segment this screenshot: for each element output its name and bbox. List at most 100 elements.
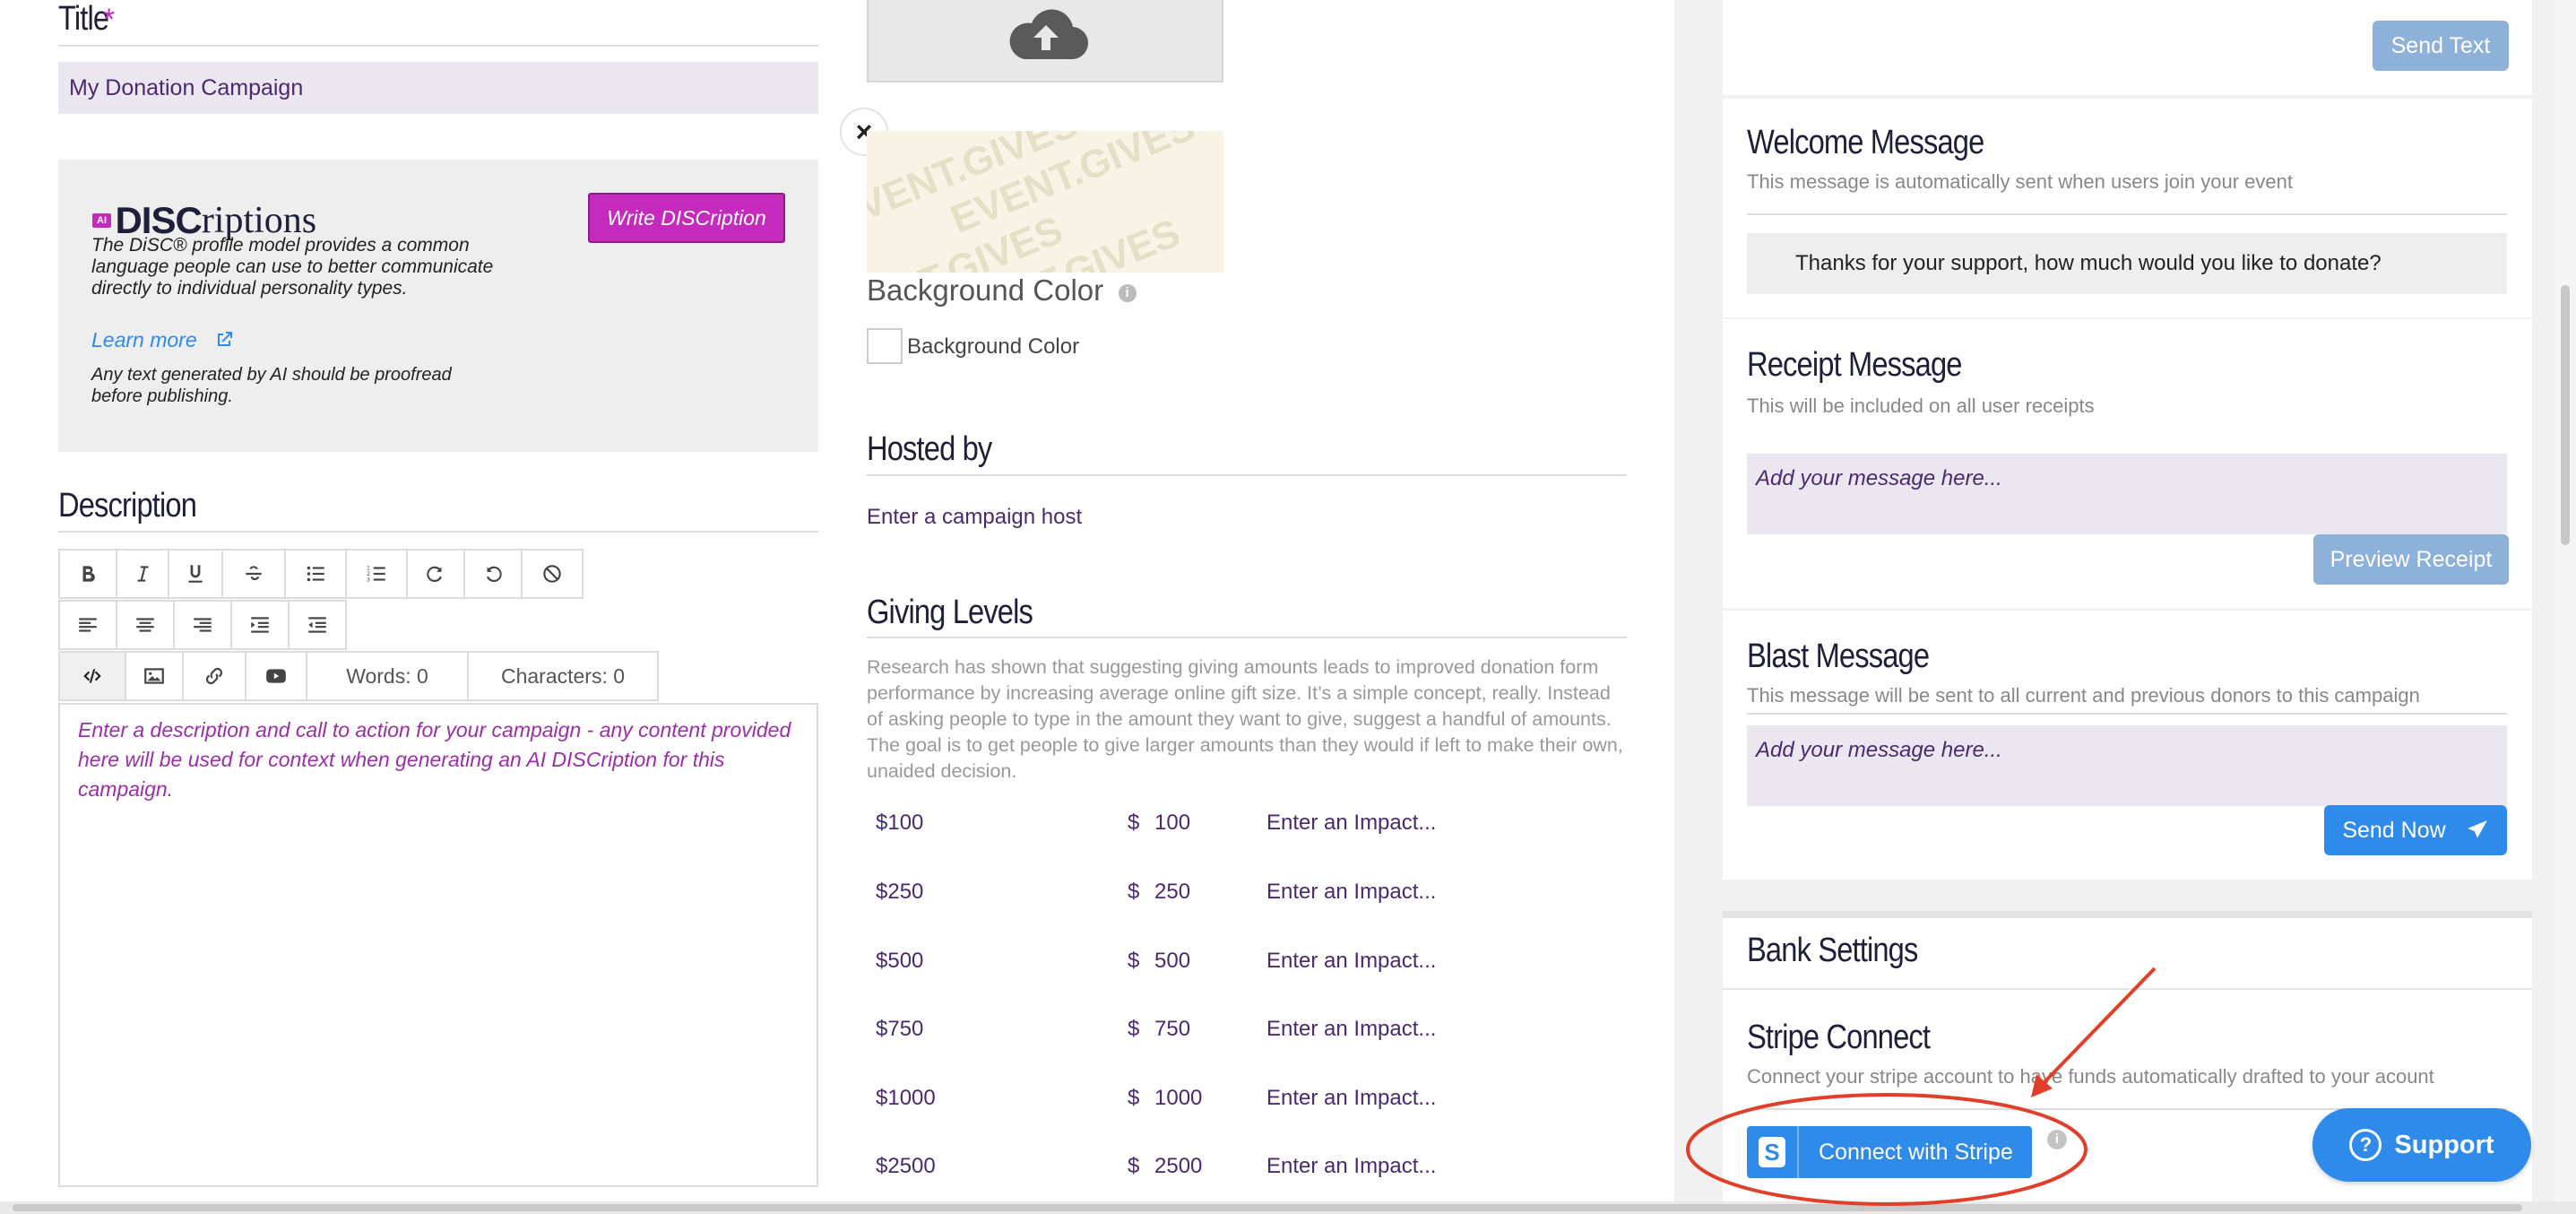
bullet-list-button[interactable] — [284, 549, 347, 599]
send-now-label: Send Now — [2342, 817, 2446, 843]
strikethrough-icon — [246, 566, 262, 581]
background-color-checkbox-label: Background Color — [907, 334, 1080, 359]
bank-settings-divider — [1723, 911, 2532, 918]
welcome-message-input[interactable]: Thanks for your support, how much would … — [1747, 233, 2507, 294]
paper-plane-icon — [2467, 820, 2487, 838]
giving-level-label-input[interactable]: $500 — [876, 949, 923, 974]
link-icon — [205, 667, 223, 685]
outdent-icon — [308, 617, 326, 633]
title-input-value: My Donation Campaign — [69, 75, 304, 100]
giving-level-impact-input[interactable]: Enter an Impact... — [1266, 1017, 1436, 1042]
insert-image-button[interactable] — [125, 651, 184, 701]
align-center-button[interactable] — [116, 600, 175, 650]
cloud-upload-icon — [1009, 9, 1089, 60]
description-editor[interactable]: Enter a description and call to action f… — [58, 703, 818, 1187]
indent-button[interactable] — [230, 600, 290, 650]
stripe-letter: S — [1759, 1137, 1785, 1167]
title-input[interactable]: My Donation Campaign — [58, 62, 818, 114]
code-view-button[interactable] — [58, 651, 126, 701]
giving-level-amount-input[interactable]: 750 — [1154, 1017, 1190, 1042]
required-asterisk: * — [102, 3, 116, 37]
giving-level-impact-input[interactable]: Enter an Impact... — [1266, 880, 1436, 905]
receipt-message-textarea[interactable] — [1747, 454, 2507, 534]
align-right-button[interactable] — [173, 600, 232, 650]
giving-level-label-input[interactable]: $750 — [876, 1017, 923, 1042]
giving-level-currency: $ — [1128, 949, 1140, 973]
giving-level-amount-input[interactable]: 1000 — [1154, 1086, 1202, 1111]
welcome-message-card: Welcome Message This message is automati… — [1723, 99, 2532, 317]
stripe-info-icon: i — [2047, 1130, 2067, 1149]
welcome-message-description: This message is automatically sent when … — [1747, 170, 2293, 193]
write-discription-label: Write DISCription — [607, 205, 766, 230]
insert-link-button[interactable] — [182, 651, 246, 701]
giving-level-amount-input[interactable]: 2500 — [1154, 1154, 1202, 1179]
disc-description: The DiSC® profile model provides a commo… — [91, 235, 494, 299]
info-icon: i — [1118, 284, 1137, 302]
learn-more-link[interactable]: Learn more — [91, 328, 235, 352]
giving-level-currency: $ — [1128, 1086, 1140, 1110]
giving-level-impact-input[interactable]: Enter an Impact... — [1266, 1086, 1436, 1111]
svg-text:3: 3 — [367, 577, 370, 584]
undo-icon — [486, 566, 502, 583]
disc-panel: AI DISCriptions The DiSC® profile model … — [58, 160, 818, 452]
giving-level-impact-input[interactable]: Enter an Impact... — [1266, 811, 1436, 836]
italic-button[interactable] — [116, 549, 169, 599]
learn-more-text: Learn more — [91, 328, 197, 351]
giving-level-currency: $ — [1128, 880, 1140, 904]
write-discription-button[interactable]: Write DISCription — [588, 193, 785, 243]
giving-level-currency: $ — [1128, 1154, 1140, 1178]
preview-receipt-button[interactable]: Preview Receipt — [2313, 534, 2509, 585]
giving-level-label-input[interactable]: $100 — [876, 811, 923, 836]
external-link-icon — [218, 332, 233, 346]
blast-message-card: Blast Message This message will be sent … — [1723, 611, 2532, 880]
align-left-button[interactable] — [58, 600, 117, 650]
connect-with-stripe-label: Connect with Stripe — [1819, 1139, 2013, 1165]
insert-video-button[interactable] — [245, 651, 307, 701]
welcome-message-value: Thanks for your support, how much would … — [1795, 251, 2382, 275]
video-icon — [266, 669, 286, 683]
vertical-scrollbar[interactable] — [2554, 0, 2576, 1214]
outdent-button[interactable] — [288, 600, 347, 650]
giving-level-label-input[interactable]: $250 — [876, 880, 923, 905]
background-color-checkbox[interactable] — [867, 328, 903, 364]
title-label: Title — [58, 0, 109, 38]
image-upload-box[interactable] — [867, 0, 1223, 82]
numbered-list-button[interactable]: 123 — [345, 549, 408, 599]
horizontal-scrollbar-thumb[interactable] — [13, 1204, 2522, 1211]
blast-message-textarea[interactable] — [1747, 725, 2507, 806]
scrollbar-thumb[interactable] — [2561, 285, 2570, 545]
giving-level-label-input[interactable]: $1000 — [876, 1086, 936, 1111]
send-now-button[interactable]: Send Now — [2324, 805, 2507, 855]
italic-icon — [137, 566, 149, 582]
welcome-message-title: Welcome Message — [1747, 124, 1984, 161]
description-label: Description — [58, 487, 197, 525]
horizontal-scrollbar[interactable] — [0, 1201, 2576, 1214]
bullet-list-icon — [307, 566, 324, 582]
campaign-host-input[interactable]: Enter a campaign host — [867, 505, 1627, 541]
underline-icon — [188, 565, 203, 583]
support-button[interactable]: ? Support — [2312, 1108, 2531, 1182]
giving-level-impact-input[interactable]: Enter an Impact... — [1266, 949, 1436, 974]
receipt-message-title: Receipt Message — [1747, 346, 1962, 384]
redo-button[interactable] — [406, 549, 465, 599]
send-text-button[interactable]: Send Text — [2373, 21, 2509, 71]
word-count-text: Words: 0 — [346, 663, 428, 688]
connect-with-stripe-button[interactable]: S Connect with Stripe — [1747, 1126, 2032, 1178]
undo-button[interactable] — [463, 549, 523, 599]
receipt-message-description: This will be included on all user receip… — [1747, 395, 2095, 417]
giving-level-amount-input[interactable]: 100 — [1154, 811, 1190, 836]
giving-level-impact-input[interactable]: Enter an Impact... — [1266, 1154, 1436, 1179]
giving-levels-title: Giving Levels — [867, 594, 1033, 631]
redo-icon — [427, 566, 443, 583]
middle-column: × EVENT.GIVES EVENT.GIVES EVENT.GIVES EV… — [840, 0, 1674, 1214]
giving-level-amount-input[interactable]: 250 — [1154, 880, 1190, 905]
code-icon — [83, 669, 101, 683]
strikethrough-button[interactable] — [221, 549, 286, 599]
giving-level-amount-input[interactable]: 500 — [1154, 949, 1190, 974]
underline-button[interactable] — [168, 549, 223, 599]
clear-format-button[interactable] — [521, 549, 583, 599]
bold-button[interactable] — [58, 549, 117, 599]
giving-level-label-input[interactable]: $2500 — [876, 1154, 936, 1179]
blast-message-title: Blast Message — [1747, 637, 1930, 675]
help-icon: ? — [2349, 1129, 2382, 1161]
